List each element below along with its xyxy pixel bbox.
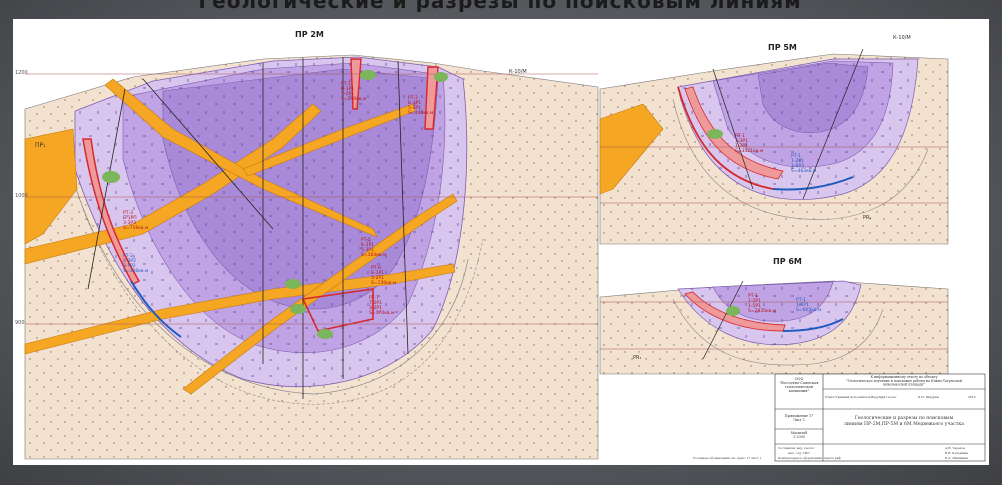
pr6-label-bottom: РR₁	[633, 355, 642, 361]
pr2-label-left: ПР₁	[35, 142, 46, 149]
scale: Масштаб 1:2000	[791, 431, 807, 439]
section-pr2-title: ПР 2М	[295, 30, 324, 39]
signer-2-role: нач. отд. ГИС	[788, 451, 811, 455]
section-pr2: ПР 2М ПР₁ К-10/М 1200 1000 900 РТ-3 Б-1РП…	[15, 30, 599, 460]
section-pr6-title: ПР 6М	[773, 257, 802, 266]
pr2-depth-2: 1000	[15, 193, 28, 199]
signer-3-role: Компьютерное оформление: картограф	[778, 456, 842, 460]
pr2-depth-3: 900	[15, 320, 25, 326]
banner-title: Геологические и разрезы по поисковым лин…	[198, 0, 802, 12]
pr5-label-bottom: РR₁	[863, 215, 872, 221]
drawing-sheet: ПР 2М ПР₁ К-10/М 1200 1000 900 РТ-3 Б-1РП…	[13, 19, 989, 465]
signer-1-name: А.В. Терехов	[945, 446, 965, 450]
role-chief: Ведущий геолог	[871, 395, 897, 399]
pr2-label-right: К-10/М	[509, 69, 527, 75]
section-pr5: ПР 5М К-10/М РR₁ РТ-1 1-ЗР1 1-2Р1 S=3421кв.…	[599, 35, 949, 245]
signer-2-name: В.В. Кузьмина	[945, 451, 968, 455]
section-pr5-title: ПР 5М	[768, 43, 797, 52]
role-responsible: Ответственный исполнитель	[825, 395, 871, 399]
cross-sections-svg: ПР 2М ПР₁ К-10/М 1200 1000 900 РТ-3 Б-1РП…	[15, 30, 986, 462]
signer-3-name: Е.А. Шишкина	[945, 456, 968, 460]
presentation-frame: Геологические и разрезы по поисковым лин…	[0, 0, 1002, 485]
section-pr6: ПР 6М РR₁ РТ-1 1-2Р1 1-5Р1 S=2835кв.м РТ-1 1…	[599, 257, 949, 375]
pr5-label-top: К-10/М	[893, 35, 911, 41]
legend-ref: Условные обозначения см. прил. 17 лист 1	[693, 456, 761, 460]
role-name: К.П. Шадрин	[918, 395, 939, 399]
pr2-depth-1: 1200	[15, 70, 28, 76]
signer-1-role: Составили: вед. геолог	[778, 446, 815, 450]
role-year: 2012	[968, 395, 976, 399]
